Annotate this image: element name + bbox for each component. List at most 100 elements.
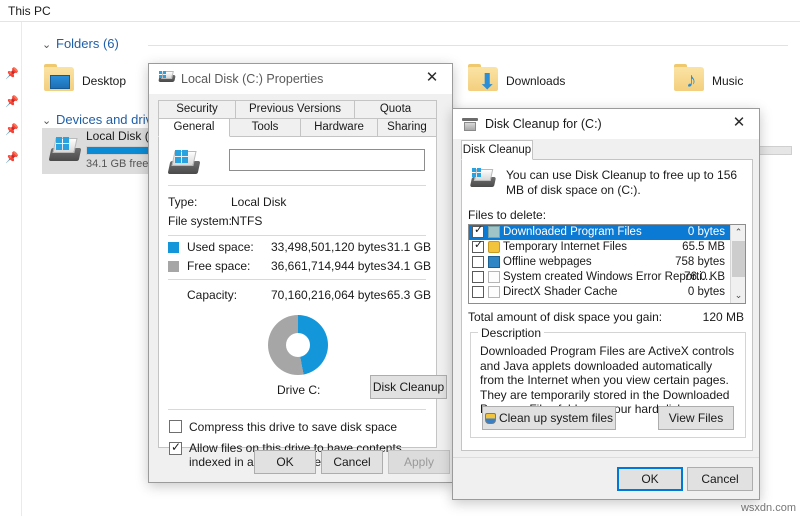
button-label: Clean up system files: [498, 411, 614, 425]
row-size: 0 bytes: [687, 286, 725, 298]
capacity-label: Capacity:: [187, 288, 238, 302]
close-icon[interactable]: ✕: [412, 64, 452, 92]
folder-item-downloads[interactable]: ⬇ Downloads: [466, 62, 606, 104]
tab-hardware[interactable]: Hardware: [300, 118, 378, 137]
drive-caption: Drive C:: [277, 383, 321, 397]
pin-icon[interactable]: 📌: [5, 153, 19, 164]
scroll-thumb[interactable]: [732, 241, 745, 277]
row-checkbox[interactable]: [472, 256, 484, 268]
disk-cleanup-tab-page: You can use Disk Cleanup to free up to 1…: [461, 159, 753, 451]
divider: [168, 279, 426, 280]
disk-cleanup-button[interactable]: Disk Cleanup: [370, 375, 447, 399]
row-name: Downloaded Program Files: [503, 226, 642, 238]
capacity-bytes: 70,160,216,064 bytes: [271, 288, 387, 302]
total-space-gain-value: 120 MB: [702, 310, 744, 324]
local-disk-properties-window: Local Disk (C:) Properties ✕ Security Pr…: [148, 63, 453, 483]
used-space-size: 31.1 GB: [387, 240, 432, 254]
tab-quota[interactable]: Quota: [354, 100, 437, 119]
row-name: DirectX Shader Cache: [503, 286, 618, 298]
divider: [168, 409, 426, 410]
globe-icon: [488, 256, 500, 268]
free-space-size: 34.1 GB: [387, 259, 432, 273]
row-name: Temporary Internet Files: [503, 241, 627, 253]
disk-cleanup-window: Disk Cleanup for (C:) ✕ Disk Cleanup You…: [452, 108, 760, 500]
volume-label-input[interactable]: [229, 149, 425, 171]
clean-up-system-files-button[interactable]: Clean up system files: [482, 406, 616, 430]
navigation-pane: 📌 📌 📌 📌: [0, 22, 22, 516]
row-checkbox[interactable]: [472, 271, 484, 283]
used-space-label: Used space:: [187, 240, 254, 254]
page-icon: [488, 286, 500, 298]
files-to-delete-label: Files to delete:: [468, 208, 547, 222]
tab-label: Tools: [251, 121, 279, 133]
properties-cancel-button[interactable]: Cancel: [321, 450, 383, 474]
pin-icon[interactable]: 📌: [5, 69, 19, 80]
disk-cleanup-icon: [462, 118, 478, 131]
disk-usage-donut-chart: [268, 315, 328, 375]
drive-icon: [469, 168, 497, 188]
cleanup-cancel-button[interactable]: Cancel: [687, 467, 753, 491]
files-to-delete-list[interactable]: Downloaded Program Files 0 bytes Tempora…: [468, 224, 746, 304]
tab-label: General: [173, 121, 215, 133]
windows-logo-icon: [56, 137, 70, 151]
divider: [168, 185, 426, 186]
tab-disk-cleanup[interactable]: Disk Cleanup: [461, 140, 533, 160]
folder-item-music[interactable]: ♪ Music: [672, 62, 800, 104]
list-item[interactable]: Offline webpages 758 bytes: [469, 255, 745, 270]
scroll-up-icon[interactable]: ⌃: [731, 225, 745, 240]
list-item[interactable]: DirectX Shader Cache 0 bytes: [469, 285, 745, 300]
tab-label: Previous Versions: [248, 103, 342, 115]
properties-apply-button: Apply: [388, 450, 450, 474]
cleanup-window-title: Disk Cleanup for (C:): [485, 117, 602, 131]
pin-icon[interactable]: 📌: [5, 125, 19, 136]
list-item[interactable]: System created Windows Error Reporti... …: [469, 270, 745, 285]
folder-desktop-icon: [42, 64, 76, 94]
row-checkbox[interactable]: [472, 238, 484, 253]
chevron-down-icon[interactable]: ⌄: [42, 114, 51, 127]
explorer-window-title: This PC: [8, 4, 51, 18]
page-icon: [488, 271, 500, 283]
divider: [168, 235, 426, 236]
tab-previous-versions[interactable]: Previous Versions: [235, 100, 355, 119]
drive-icon: [48, 136, 82, 162]
properties-titlebar[interactable]: Local Disk (C:) Properties ✕: [149, 64, 452, 94]
list-item[interactable]: Downloaded Program Files 0 bytes: [469, 225, 745, 240]
downloaded-program-files-icon: [488, 226, 500, 238]
scroll-down-icon[interactable]: ⌄: [731, 288, 745, 303]
screen: This PC 📌 📌 📌 📌 ⌄ Folders (6) Desktop ⬇ …: [0, 0, 800, 516]
tab-tools[interactable]: Tools: [229, 118, 301, 137]
row-size: 758 bytes: [675, 256, 725, 268]
used-space-bytes: 33,498,501,120 bytes: [271, 240, 387, 254]
compress-drive-checkbox[interactable]: [169, 420, 182, 433]
free-space-bytes: 36,661,714,944 bytes: [271, 259, 387, 273]
cleanup-intro-text: You can use Disk Cleanup to free up to 1…: [506, 168, 738, 197]
windows-logo-icon: [175, 150, 189, 164]
folder-music-icon: ♪: [672, 64, 706, 94]
index-contents-checkbox[interactable]: [169, 440, 182, 455]
folder-downloads-icon: ⬇: [466, 64, 500, 94]
folder-label: Downloads: [506, 74, 566, 88]
row-checkbox[interactable]: [472, 225, 484, 238]
row-name: Offline webpages: [503, 256, 592, 268]
close-icon[interactable]: ✕: [719, 109, 759, 137]
used-space-swatch: [168, 242, 179, 253]
row-size: 65.5 MB: [682, 241, 725, 253]
row-checkbox[interactable]: [472, 286, 484, 298]
explorer-titlebar: This PC: [0, 0, 800, 22]
chevron-down-icon[interactable]: ⌄: [42, 38, 51, 51]
tab-sharing[interactable]: Sharing: [377, 118, 437, 137]
total-space-gain-label: Total amount of disk space you gain:: [468, 310, 663, 324]
free-space-label: Free space:: [187, 259, 251, 273]
list-item[interactable]: Temporary Internet Files 65.5 MB: [469, 238, 745, 255]
tab-security[interactable]: Security: [158, 100, 236, 119]
tab-general[interactable]: General: [158, 118, 230, 137]
properties-ok-button[interactable]: OK: [254, 450, 316, 474]
list-scrollbar[interactable]: ⌃ ⌄: [730, 225, 745, 303]
cleanup-titlebar[interactable]: Disk Cleanup for (C:) ✕: [453, 109, 759, 139]
view-files-button[interactable]: View Files: [658, 406, 734, 430]
group-header-folders[interactable]: Folders (6): [56, 36, 119, 51]
capacity-size: 65.3 GB: [387, 288, 432, 302]
pin-icon[interactable]: 📌: [5, 97, 19, 108]
cleanup-ok-button[interactable]: OK: [617, 467, 683, 491]
file-system-label: File system:: [168, 214, 233, 228]
